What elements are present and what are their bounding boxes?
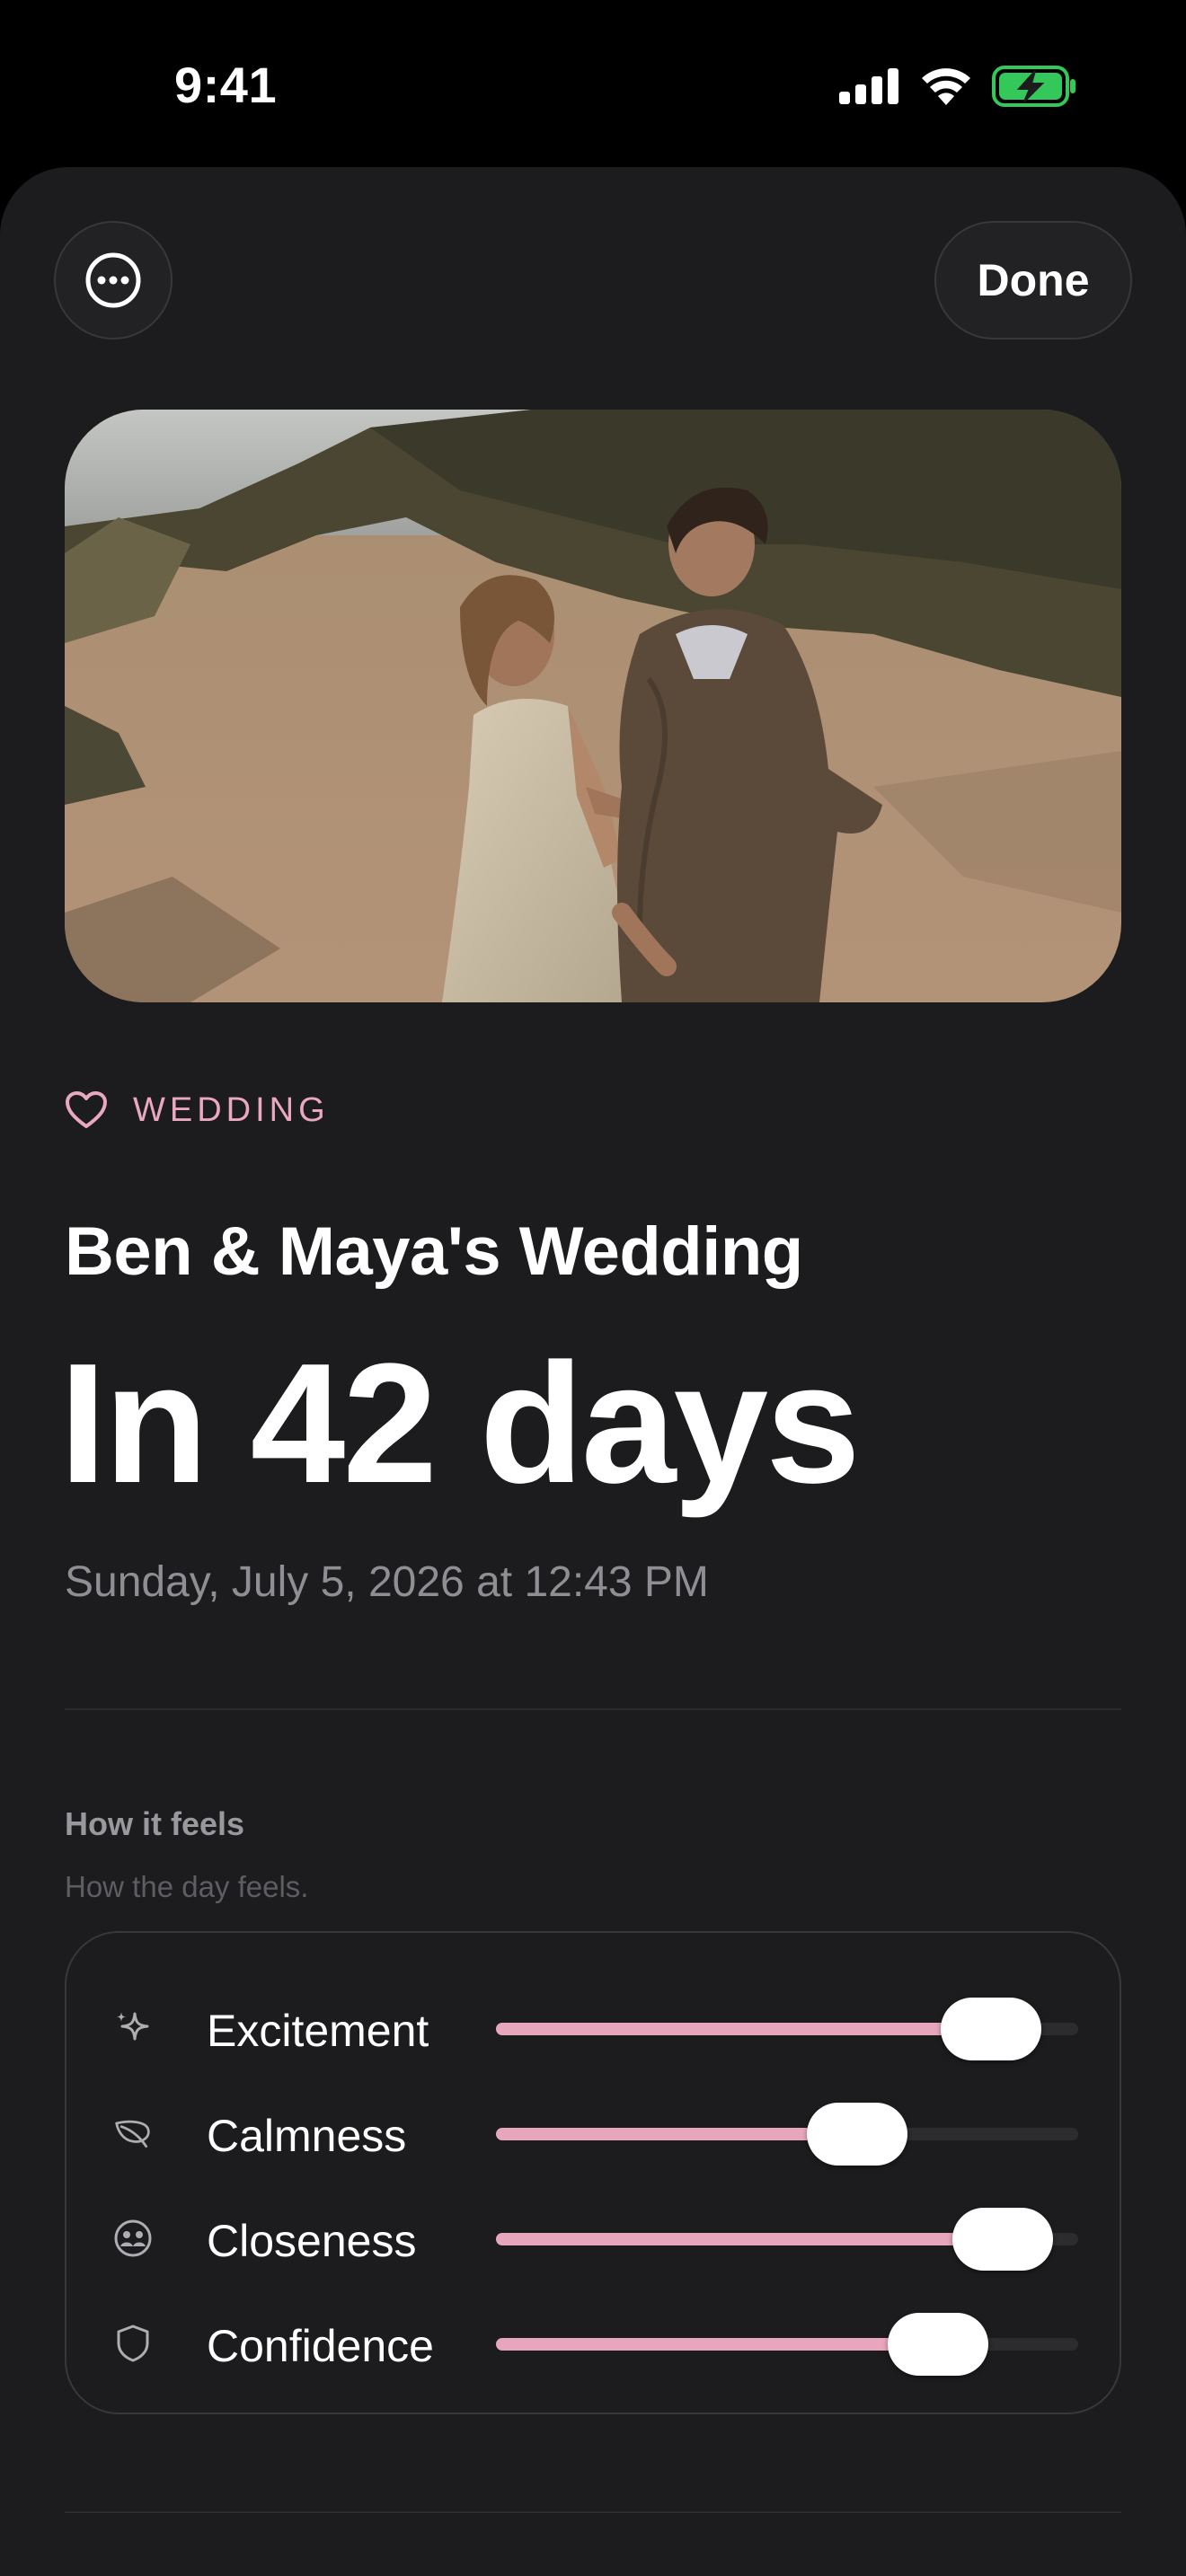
- shield-icon: [117, 2325, 149, 2362]
- event-photo: [65, 410, 1121, 1002]
- feeling-row-excitement: Excitement: [66, 1983, 1123, 2073]
- wifi-icon: [922, 68, 970, 105]
- status-bar: 9:41: [0, 0, 1186, 167]
- feeling-row-closeness: Closeness: [66, 2193, 1123, 2283]
- battery-charging-icon: [992, 66, 1075, 107]
- countdown-label: In 42 days: [59, 1328, 861, 1519]
- event-title: Ben & Maya's Wedding: [65, 1213, 803, 1290]
- status-time: 9:41: [174, 57, 278, 113]
- divider: [65, 2511, 1121, 2513]
- slider-fill: [496, 2233, 1003, 2245]
- event-detail-sheet: Done WEDDING Ben & Maya's Wedding In 42 …: [0, 167, 1186, 2576]
- leaf-icon: [115, 2120, 150, 2148]
- closeness-slider[interactable]: [496, 2208, 1078, 2271]
- event-date: Sunday, July 5, 2026 at 12:43 PM: [65, 1558, 709, 1606]
- cellular-signal-icon: [839, 68, 898, 104]
- event-category: WEDDING: [65, 1085, 330, 1135]
- feeling-label: Closeness: [207, 2216, 417, 2266]
- feeling-label: Excitement: [207, 2006, 429, 2056]
- confidence-slider[interactable]: [496, 2313, 1078, 2376]
- status-icons: [839, 65, 1076, 108]
- more-options-button[interactable]: [54, 221, 173, 340]
- slider-fill: [496, 2023, 991, 2035]
- slider-thumb[interactable]: [806, 2103, 907, 2166]
- slider-fill: [496, 2128, 857, 2140]
- slider-fill: [496, 2338, 939, 2351]
- heart-icon: [66, 1091, 107, 1128]
- feeling-label: Confidence: [207, 2321, 434, 2371]
- calmness-slider[interactable]: [496, 2103, 1078, 2166]
- divider: [65, 1708, 1121, 1710]
- done-button[interactable]: Done: [934, 221, 1132, 340]
- sparkles-icon: [117, 2012, 149, 2041]
- slider-thumb[interactable]: [888, 2313, 989, 2376]
- feeling-label: Calmness: [207, 2111, 407, 2161]
- slider-thumb[interactable]: [940, 1998, 1041, 2060]
- slider-thumb[interactable]: [951, 2208, 1053, 2271]
- ellipsis-circle-icon: [85, 252, 141, 308]
- section-subtitle: How the day feels.: [65, 1870, 309, 1903]
- feelings-card: Excitement Calmness Closeness Confidence: [65, 1931, 1121, 2414]
- feeling-row-confidence: Confidence: [66, 2298, 1123, 2388]
- people-icon: [114, 2219, 152, 2257]
- excitement-slider[interactable]: [496, 1998, 1078, 2060]
- section-title: How it feels: [65, 1805, 245, 1842]
- feeling-row-calmness: Calmness: [66, 2088, 1123, 2178]
- category-label: WEDDING: [133, 1090, 330, 1129]
